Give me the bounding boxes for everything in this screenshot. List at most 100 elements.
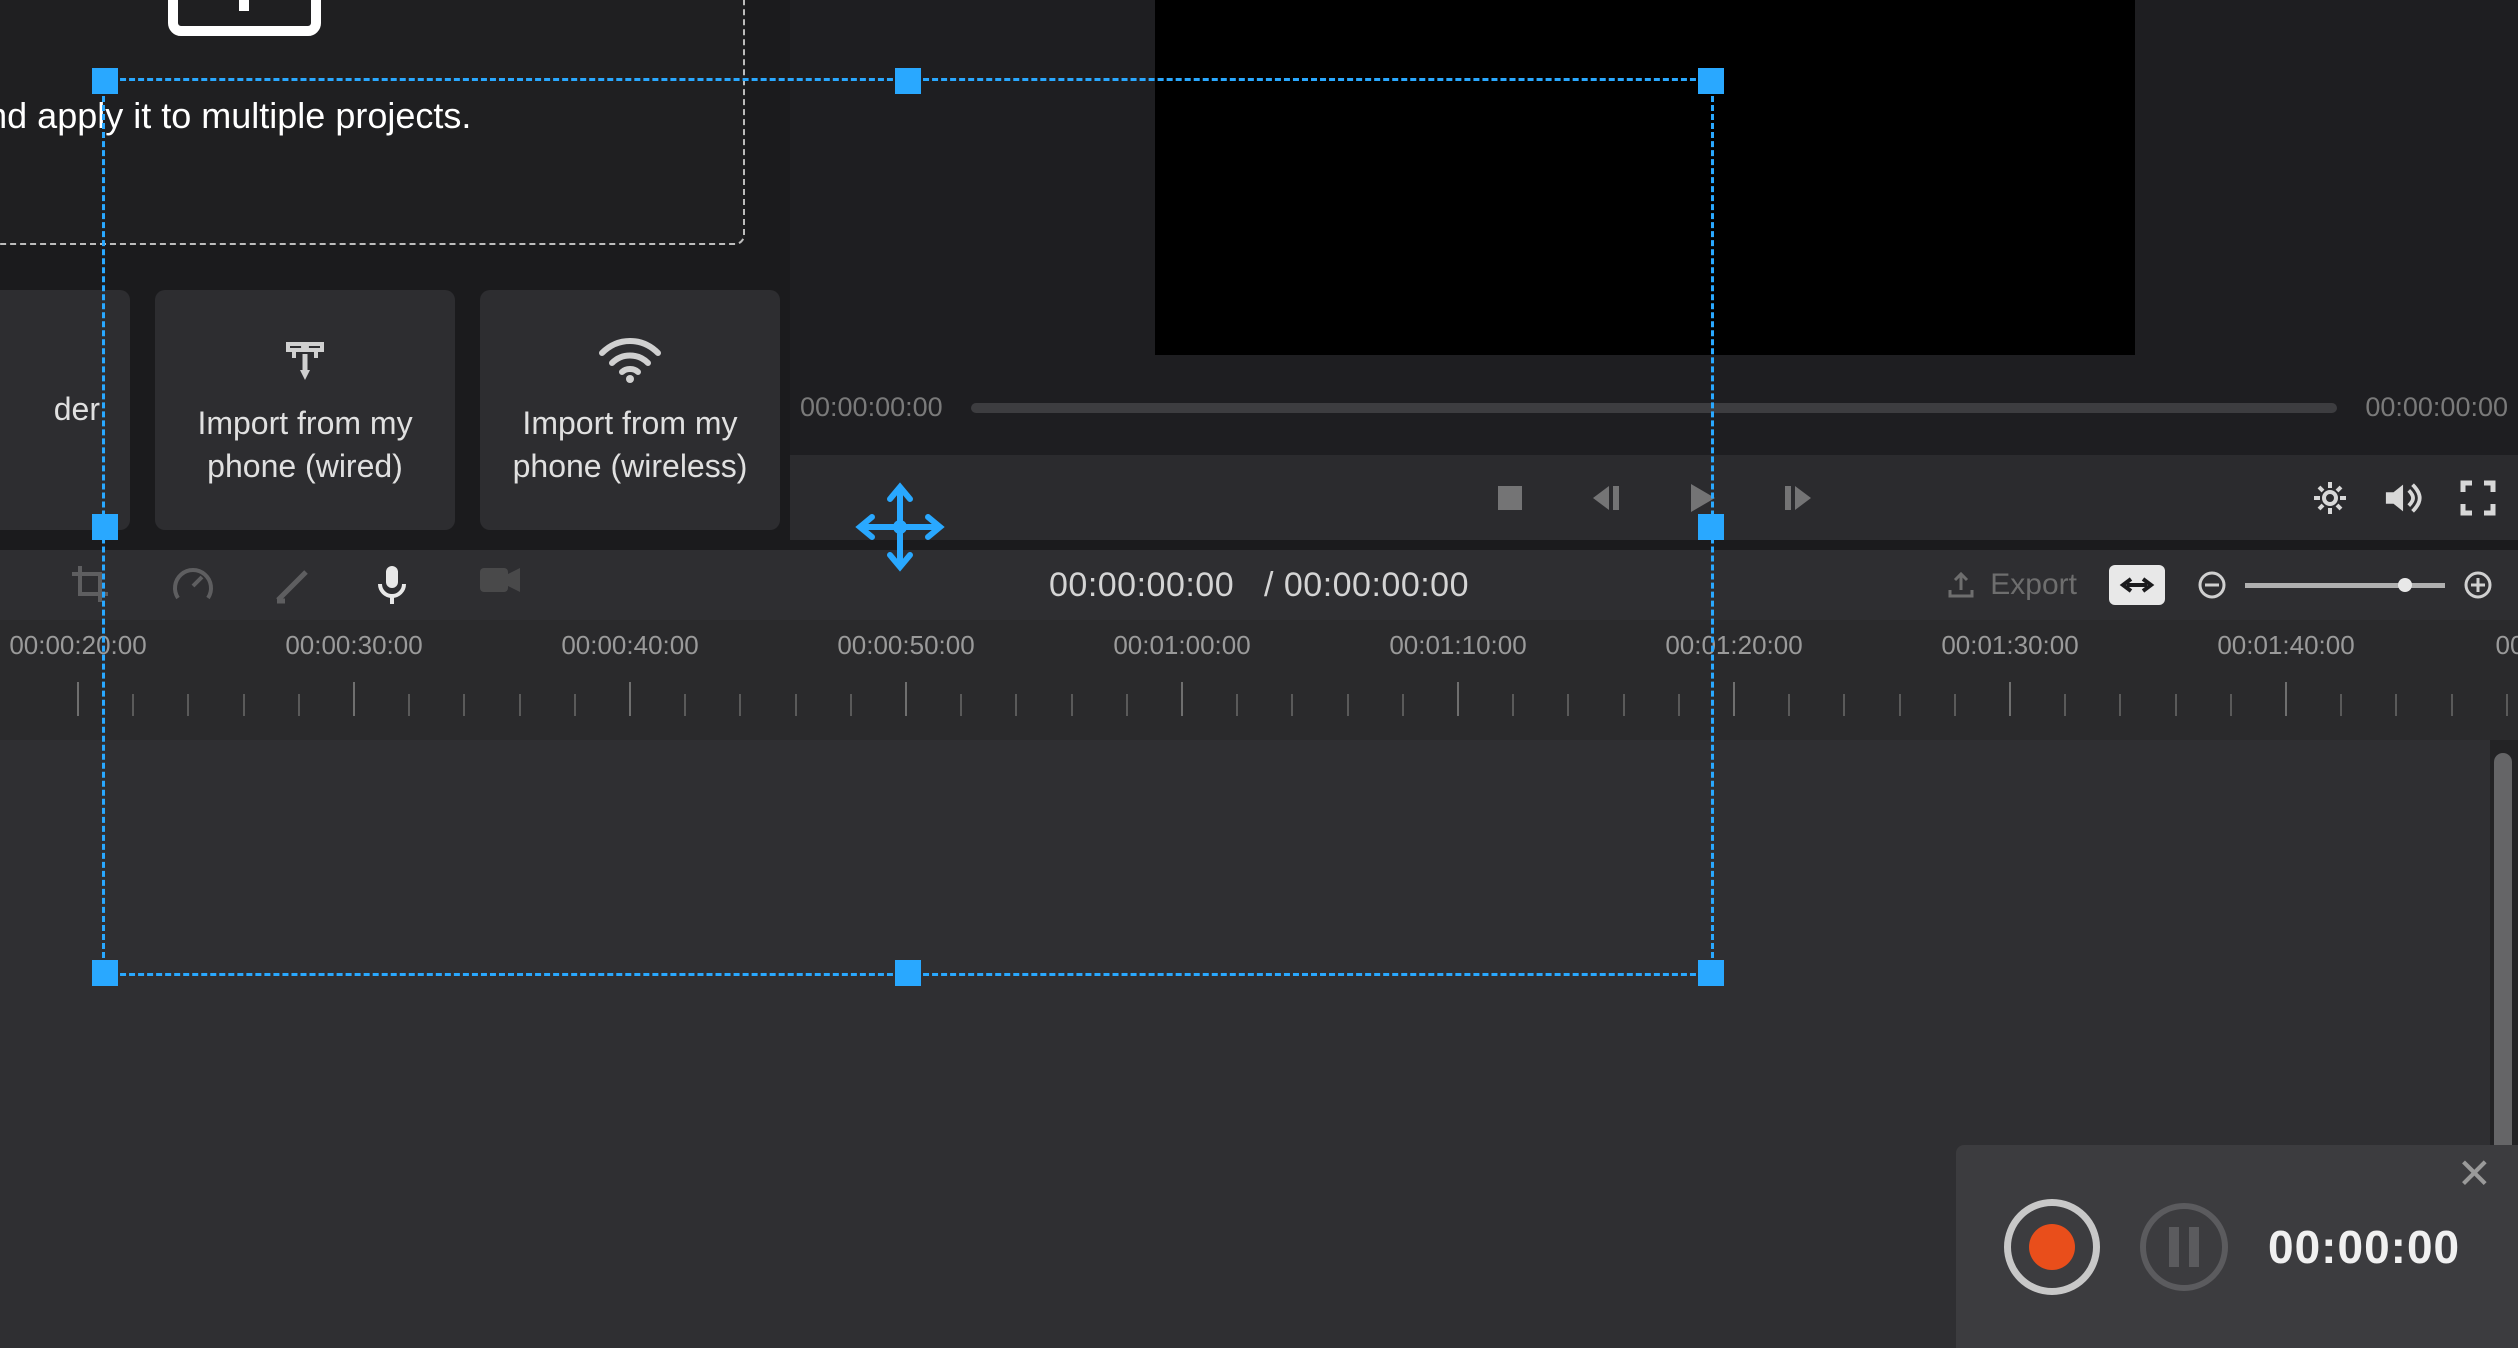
pause-icon <box>2169 1227 2199 1267</box>
volume-icon[interactable] <box>2384 478 2424 518</box>
import-phone-wired-button[interactable]: Import from my phone (wired) <box>155 290 455 530</box>
ruler-tick-label: 00:00:40:00 <box>561 630 698 661</box>
ruler-tick-minor <box>1071 694 1073 716</box>
ruler-tick-minor <box>1015 694 1017 716</box>
preview-controls-bar <box>790 455 2518 540</box>
ruler-tick-label: 00:00:30:00 <box>285 630 422 661</box>
ruler-tick-minor <box>2230 694 2232 716</box>
resize-handle-top-mid[interactable] <box>895 68 921 94</box>
import-phone-wireless-button[interactable]: Import from my phone (wireless) <box>480 290 780 530</box>
fullscreen-icon[interactable] <box>2458 478 2498 518</box>
frame-forward-button[interactable] <box>1780 480 1816 516</box>
ruler-tick-major <box>905 682 907 716</box>
ruler-tick-minor <box>2506 694 2508 716</box>
ruler-tick-minor <box>408 694 410 716</box>
ruler-tick-minor <box>1623 694 1625 716</box>
resize-handle-bottom-right[interactable] <box>1698 960 1724 986</box>
import-folder-label: der <box>54 388 100 431</box>
frame-back-button[interactable] <box>1588 480 1624 516</box>
ruler-tick-minor <box>463 694 465 716</box>
ruler-tick-minor <box>1567 694 1569 716</box>
export-button[interactable]: Export <box>1946 568 2077 602</box>
resize-handle-mid-left[interactable] <box>92 514 118 540</box>
ruler-tick-minor <box>1788 694 1790 716</box>
ruler-tick-minor <box>574 694 576 716</box>
resize-handle-bottom-left[interactable] <box>92 960 118 986</box>
preview-progress-row: 00:00:00:00 00:00:00:00 <box>790 360 2518 455</box>
webcam-tool-icon[interactable] <box>478 564 520 606</box>
speed-tool-icon[interactable] <box>172 564 214 606</box>
record-panel: ✕ 00:00:00 <box>1956 1145 2518 1348</box>
ruler-tick-minor <box>1512 694 1514 716</box>
record-elapsed-time: 00:00:00 <box>2268 1220 2460 1274</box>
export-icon <box>1946 570 1976 600</box>
ruler-tick-minor <box>1402 694 1404 716</box>
resize-handle-bottom-mid[interactable] <box>895 960 921 986</box>
import-wireless-label: Import from my phone (wireless) <box>513 402 748 488</box>
ruler-tick-minor <box>519 694 521 716</box>
ruler-tick-minor <box>684 694 686 716</box>
ruler-tick-label: 00:00:50:00 <box>837 630 974 661</box>
voiceover-mic-icon[interactable] <box>376 564 418 606</box>
resize-handle-top-right[interactable] <box>1698 68 1724 94</box>
ruler-tick-major <box>77 682 79 716</box>
record-close-button[interactable]: ✕ <box>2457 1161 2492 1186</box>
zoom-slider-thumb[interactable] <box>2398 578 2412 592</box>
timeline-ruler[interactable]: 00:00:20:0000:00:30:0000:00:40:0000:00:5… <box>0 620 2518 740</box>
media-dropzone[interactable]: edia here and apply it to multiple proje… <box>0 0 745 245</box>
zoom-slider[interactable] <box>2245 583 2445 588</box>
ruler-tick-minor <box>960 694 962 716</box>
ruler-tick-minor <box>1347 694 1349 716</box>
preview-pane: 00:00:00:00 00:00:00:00 <box>790 0 2518 540</box>
resize-handle-mid-right[interactable] <box>1698 514 1724 540</box>
folder-plus-icon <box>167 0 322 37</box>
ruler-tick-minor <box>2340 694 2342 716</box>
record-button[interactable] <box>2004 1199 2100 1295</box>
ruler-tick-label: 00:01:00:00 <box>1113 630 1250 661</box>
progress-time-total: 00:00:00:00 <box>2365 392 2508 423</box>
preview-video-area <box>1155 0 2135 355</box>
ruler-tick-major <box>629 682 631 716</box>
progress-time-current: 00:00:00:00 <box>800 392 943 423</box>
ruler-tick-minor <box>1291 694 1293 716</box>
fit-timeline-button[interactable] <box>2109 565 2165 605</box>
color-tool-icon[interactable] <box>274 564 316 606</box>
crop-tool-icon[interactable] <box>70 564 112 606</box>
ruler-tick-minor <box>1678 694 1680 716</box>
zoom-in-button[interactable] <box>2463 570 2493 600</box>
ruler-tick-minor <box>1843 694 1845 716</box>
ruler-tick-major <box>2009 682 2011 716</box>
ruler-tick-label: 00 <box>2496 630 2518 661</box>
stop-button[interactable] <box>1492 480 1528 516</box>
ruler-tick-major <box>353 682 355 716</box>
record-pause-button[interactable] <box>2140 1203 2228 1291</box>
record-dot-icon <box>2029 1224 2075 1270</box>
timeline-playhead-counter: 00:00:00:00 / 00:00:00:00 <box>1049 566 1469 605</box>
ruler-tick-label: 00:01:40:00 <box>2217 630 2354 661</box>
ruler-tick-minor <box>795 694 797 716</box>
tracks-scrollbar[interactable] <box>2494 753 2512 1163</box>
timeline-toolbar: 00:00:00:00 / 00:00:00:00 Export <box>0 550 2518 620</box>
zoom-out-button[interactable] <box>2197 570 2227 600</box>
ruler-tick-minor <box>2064 694 2066 716</box>
gear-icon[interactable] <box>2310 478 2350 518</box>
resize-handle-top-left[interactable] <box>92 68 118 94</box>
export-label: Export <box>1990 568 2077 602</box>
dropzone-hint-text: edia here and apply it to multiple proje… <box>0 95 471 137</box>
ruler-tick-major <box>1181 682 1183 716</box>
play-button[interactable] <box>1684 480 1720 516</box>
ruler-tick-label: 00:01:30:00 <box>1941 630 2078 661</box>
wifi-icon <box>598 332 662 386</box>
ruler-tick-minor <box>2175 694 2177 716</box>
ruler-tick-minor <box>1236 694 1238 716</box>
ruler-tick-minor <box>1899 694 1901 716</box>
ruler-tick-major <box>1733 682 1735 716</box>
import-wired-label: Import from my phone (wired) <box>197 402 412 488</box>
ruler-tick-minor <box>187 694 189 716</box>
progress-slider[interactable] <box>971 403 2338 413</box>
ruler-tick-minor <box>132 694 134 716</box>
ruler-tick-minor <box>1126 694 1128 716</box>
import-from-folder-button[interactable]: der <box>0 290 130 530</box>
ruler-tick-minor <box>850 694 852 716</box>
ruler-tick-label: 00:01:20:00 <box>1665 630 1802 661</box>
